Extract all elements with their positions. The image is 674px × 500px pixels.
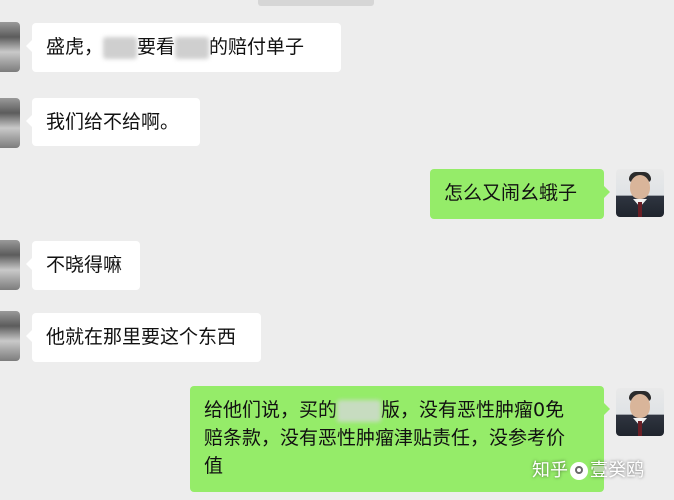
redacted-text [175,36,210,59]
contact-avatar[interactable] [0,240,20,290]
message-bubble-incoming[interactable]: 我们给不给啊。 [26,98,200,146]
message-text: 我们给不给啊。 [46,111,180,133]
top-bar-edge [258,0,374,6]
redacted-text [103,36,138,59]
message-text: 版，没有恶性肿瘤0免 [381,399,565,421]
message-text: 他就在那里要这个东西 [46,326,237,348]
contact-avatar[interactable] [0,22,20,72]
message-bubble-incoming[interactable]: 不晓得嘛 [26,241,140,290]
user-icon [570,462,588,480]
message-bubble-outgoing[interactable]: 怎么又闹幺蛾子 [430,169,610,219]
contact-avatar[interactable] [0,98,20,148]
my-avatar[interactable] [616,169,664,217]
message-text: 的赔付单子 [209,36,305,58]
contact-avatar[interactable] [0,311,20,361]
message-text: 怎么又闹幺蛾子 [444,182,578,204]
my-avatar[interactable] [616,388,664,436]
message-bubble-incoming[interactable]: 他就在那里要这个东西 [26,313,261,362]
redacted-text [337,399,382,422]
message-text: 要看 [137,36,176,58]
message-text: 不晓得嘛 [46,254,123,276]
message-text: 赔条款，没有恶性肿瘤津贴责任，没参考价 [204,427,566,449]
message-text: 给他们说，买的 [204,399,338,421]
zhihu-watermark: 知乎 壹癸鸥 [532,460,644,481]
message-text: 盛虎， [46,36,104,58]
message-bubble-incoming[interactable]: 盛虎， 要看 的赔付单子 [26,23,341,72]
